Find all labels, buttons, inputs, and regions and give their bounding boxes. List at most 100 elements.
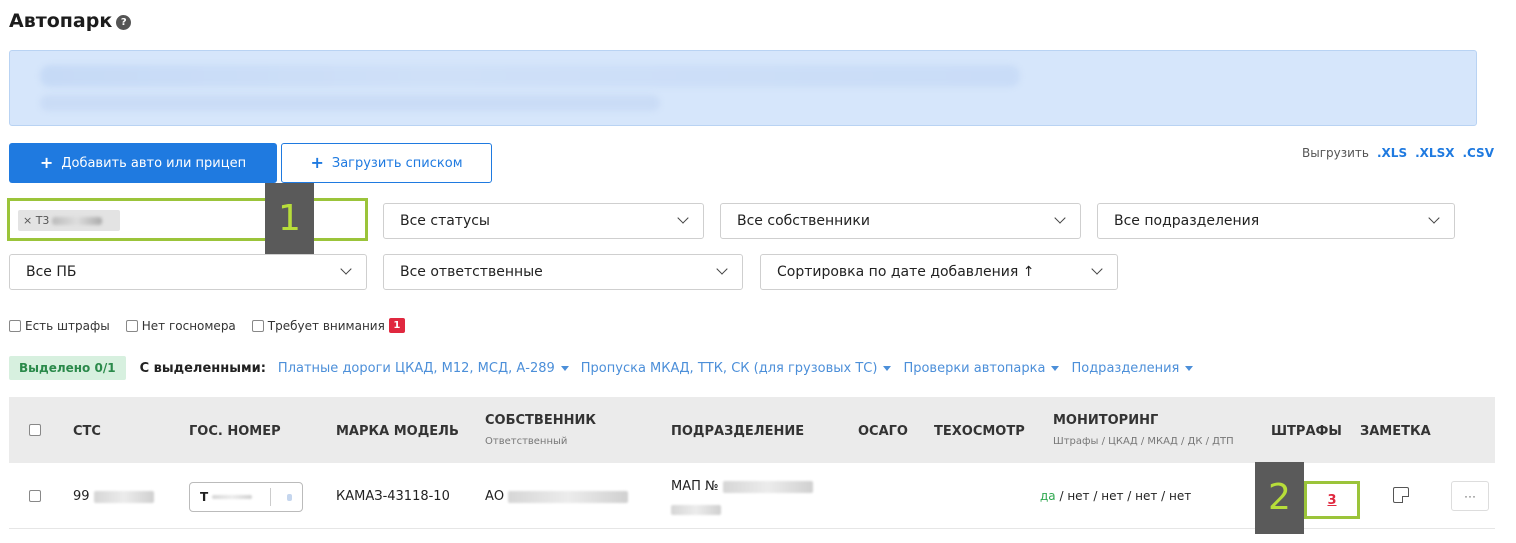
upload-list-button[interactable]: + Загрузить списком	[281, 143, 492, 183]
search-chip-text: × Т3	[23, 214, 50, 227]
attention-count-badge: 1	[388, 318, 405, 333]
select-all-checkbox[interactable]	[29, 424, 41, 436]
checkbox-box[interactable]	[251, 319, 264, 332]
responsible-select[interactable]: Все ответственные	[383, 254, 743, 290]
add-vehicle-label: Добавить авто или прицеп	[61, 155, 247, 171]
chevron-down-icon	[340, 263, 352, 275]
search-chip-blurred	[52, 216, 103, 225]
row-sts-text: 99	[73, 489, 90, 504]
col-model[interactable]: МАРКА МОДЕЛЬ	[336, 424, 459, 439]
plate-number-blurred	[212, 495, 253, 499]
plate-number-field[interactable]: Т	[189, 482, 303, 512]
chevron-down-icon	[1091, 263, 1103, 275]
col-plate[interactable]: ГОС. НОМЕР	[189, 424, 281, 439]
row-monitoring: да / нет / нет / нет / нет	[1040, 489, 1191, 503]
row-division-blurred	[722, 480, 813, 493]
fleet-checks-label: Проверки автопарка	[903, 360, 1046, 376]
row-checkbox[interactable]	[29, 490, 41, 502]
caret-down-icon	[1185, 365, 1194, 371]
chevron-down-icon	[716, 263, 728, 275]
needs-attention-checkbox[interactable]: Требует внимания 1	[251, 318, 405, 333]
status-select-value: Все статусы	[400, 213, 490, 229]
caret-down-icon	[560, 365, 569, 371]
col-division[interactable]: ПОДРАЗДЕЛЕНИЕ	[671, 424, 804, 439]
col-inspection[interactable]: ТЕХОСМОТР	[934, 424, 1025, 439]
plate-separator	[270, 488, 271, 506]
export-csv-link[interactable]: .CSV	[1462, 146, 1494, 160]
col-owner[interactable]: СОБСТВЕННИК	[485, 413, 596, 428]
sort-select-value: Сортировка по дате добавления ↑	[777, 264, 1035, 280]
owners-select-value: Все собственники	[737, 213, 870, 229]
col-sts[interactable]: СТС	[73, 424, 101, 439]
checkbox-box[interactable]	[125, 319, 138, 332]
plus-icon: +	[310, 153, 324, 172]
owners-select[interactable]: Все собственники	[720, 203, 1081, 239]
monitoring-yes[interactable]: да	[1040, 489, 1056, 503]
plate-number-text: Т	[200, 490, 209, 504]
export-label: Выгрузить	[1302, 146, 1369, 160]
pb-select[interactable]: Все ПБ	[9, 254, 367, 290]
search-chip[interactable]: × Т3	[18, 210, 120, 231]
banner-blurred-text	[40, 65, 1020, 87]
col-osago[interactable]: ОСАГО	[858, 424, 908, 439]
row-sts: 99	[73, 489, 154, 504]
note-icon[interactable]	[1393, 487, 1409, 503]
has-fines-label: Есть штрафы	[25, 318, 110, 333]
row-more-button[interactable]: ···	[1451, 481, 1489, 511]
col-monitoring[interactable]: МОНИТОРИНГ	[1053, 413, 1158, 428]
sort-select[interactable]: Сортировка по дате добавления ↑	[760, 254, 1118, 290]
divisions-dropdown[interactable]: Подразделения	[1071, 360, 1194, 376]
bulk-actions-bar: Выделено 0/1 С выделенными: Платные доро…	[9, 356, 1194, 380]
checkbox-box[interactable]	[9, 319, 21, 332]
chevron-down-icon	[677, 212, 689, 224]
col-fines[interactable]: ШТРАФЫ	[1271, 424, 1342, 439]
col-monitoring-sub: Штрафы / ЦКАД / МКАД / ДК / ДТП	[1053, 436, 1234, 447]
annotation-marker-2: 2	[1255, 462, 1304, 534]
row-owner-text: АО	[485, 489, 505, 504]
toll-roads-label: Платные дороги ЦКАД, М12, МСД, А-289	[277, 360, 555, 376]
page-title: Автопарк ?	[9, 10, 132, 32]
row-division-blurred-2	[671, 505, 721, 515]
col-owner-sub: Ответственный	[485, 436, 568, 447]
responsible-select-value: Все ответственные	[400, 264, 543, 280]
export-xlsx-link[interactable]: .XLSX	[1415, 146, 1454, 160]
caret-down-icon	[883, 365, 892, 371]
table-header: СТС ГОС. НОМЕР МАРКА МОДЕЛЬ СОБСТВЕННИК …	[9, 397, 1495, 463]
no-plate-checkbox[interactable]: Нет госномера	[125, 319, 236, 333]
upload-list-label: Загрузить списком	[331, 155, 463, 171]
add-vehicle-button[interactable]: + Добавить авто или прицеп	[9, 143, 277, 183]
row-division: МАП №	[671, 479, 813, 494]
question-circle-icon[interactable]: ?	[116, 15, 132, 30]
passes-dropdown[interactable]: Пропуска МКАД, ТТК, СК (для грузовых ТС)	[581, 361, 892, 376]
export-links: Выгрузить .XLS .XLSX .CSV	[1302, 146, 1494, 160]
needs-attention-label: Требует внимания	[267, 318, 385, 333]
caret-down-icon	[1051, 365, 1060, 371]
selected-count-badge: Выделено 0/1	[9, 356, 126, 380]
chevron-down-icon	[1428, 212, 1440, 224]
export-xls-link[interactable]: .XLS	[1377, 146, 1407, 160]
has-fines-checkbox[interactable]: Есть штрафы	[9, 319, 110, 333]
divisions-select-value: Все подразделения	[1114, 213, 1260, 229]
row-owner: АО	[485, 489, 629, 504]
pb-select-value: Все ПБ	[26, 264, 77, 280]
monitoring-rest: / нет / нет / нет / нет	[1055, 489, 1192, 503]
passes-label: Пропуска МКАД, ТТК, СК (для грузовых ТС)	[580, 360, 878, 376]
plus-icon: +	[39, 153, 54, 172]
annotation-marker-1: 1	[265, 183, 314, 255]
divisions-action-label: Подразделения	[1071, 360, 1180, 376]
with-selected-label: С выделенными:	[139, 360, 266, 376]
row-owner-blurred	[508, 490, 629, 503]
chevron-down-icon	[1054, 212, 1066, 224]
divisions-select[interactable]: Все подразделения	[1097, 203, 1455, 239]
filter-checkboxes: Есть штрафы Нет госномера Требует вниман…	[9, 318, 415, 333]
fines-cell[interactable]: 3	[1304, 481, 1360, 519]
toll-roads-dropdown[interactable]: Платные дороги ЦКАД, М12, МСД, А-289	[278, 361, 569, 376]
col-note[interactable]: ЗАМЕТКА	[1360, 424, 1431, 439]
flag-icon	[287, 494, 292, 501]
status-select[interactable]: Все статусы	[383, 203, 704, 239]
row-sts-blurred	[93, 490, 154, 503]
row-model: КАМАЗ-43118-10	[336, 489, 450, 504]
fleet-checks-dropdown[interactable]: Проверки автопарка	[903, 360, 1060, 376]
page-title-text: Автопарк	[9, 10, 113, 32]
fines-count-link[interactable]: 3	[1327, 493, 1336, 508]
